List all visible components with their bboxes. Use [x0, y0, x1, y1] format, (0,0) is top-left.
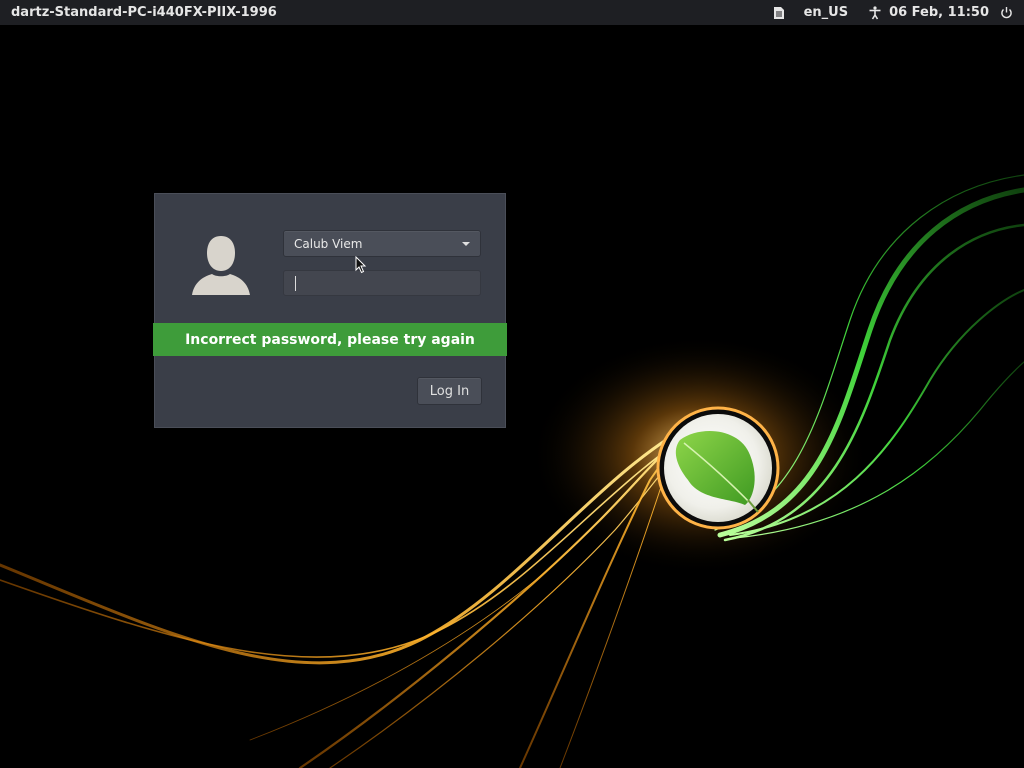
- mouse-pointer-icon: [355, 256, 367, 274]
- leaf-emblem: [656, 406, 780, 530]
- accessibility-icon[interactable]: [867, 5, 883, 21]
- login-screen: dartz-Standard-PC-i440FX-PIIX-1996 en_US…: [0, 0, 1024, 768]
- password-input[interactable]: [283, 270, 481, 296]
- user-select-dropdown[interactable]: Calub Viem: [283, 230, 481, 257]
- selected-user-name: Calub Viem: [294, 236, 363, 251]
- hostname-label: dartz-Standard-PC-i440FX-PIIX-1996: [11, 5, 277, 20]
- text-cursor: [295, 276, 296, 291]
- language-indicator[interactable]: en_US: [804, 5, 849, 20]
- clock-label[interactable]: 06 Feb, 11:50: [889, 5, 989, 20]
- keyboard-layout-icon[interactable]: [771, 5, 787, 21]
- user-avatar-icon: [192, 236, 250, 295]
- top-panel: dartz-Standard-PC-i440FX-PIIX-1996 en_US…: [0, 0, 1024, 25]
- login-button[interactable]: Log In: [417, 377, 482, 405]
- error-message-bar: Incorrect password, please try again: [153, 323, 507, 356]
- power-icon[interactable]: [998, 5, 1014, 21]
- chevron-down-icon: [462, 241, 470, 246]
- login-dialog: Calub Viem Incorrect password, please tr…: [153, 193, 507, 428]
- login-button-label: Log In: [429, 383, 470, 399]
- error-message-text: Incorrect password, please try again: [185, 331, 475, 348]
- panel-indicators: en_US 06 Feb, 11:50: [771, 5, 1014, 21]
